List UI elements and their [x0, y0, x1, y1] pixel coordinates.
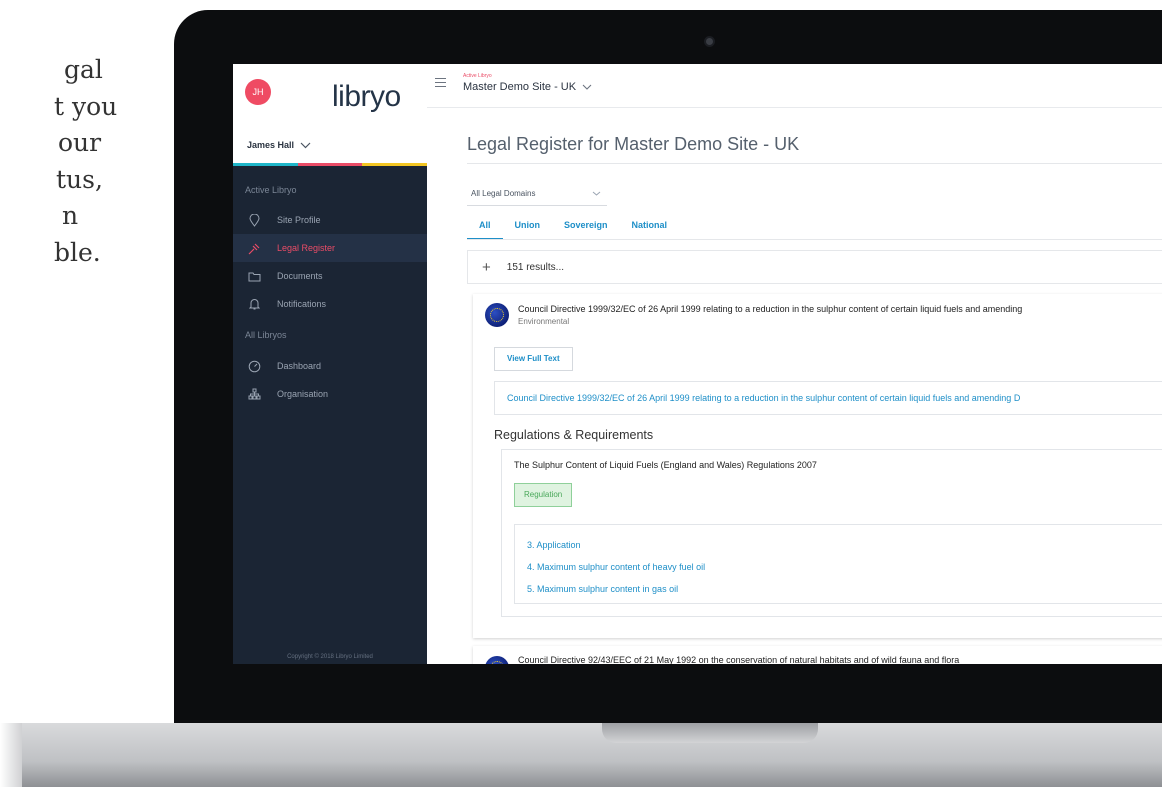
regulation-panel: The Sulphur Content of Liquid Fuels (Eng… — [501, 449, 1162, 617]
dashboard-gauge-icon — [245, 360, 263, 373]
laptop-screen: JH libryo James Hall Active Libryo Site … — [233, 64, 1162, 664]
brand-color-teal — [233, 163, 298, 166]
sidebar-item-dashboard[interactable]: Dashboard — [233, 352, 427, 380]
brand-color-yellow — [362, 163, 428, 166]
laptop-base-edge — [0, 723, 22, 787]
avatar[interactable]: JH — [245, 79, 271, 105]
nav-section-all: All Libryos — [245, 330, 287, 340]
sidebar-item-label: Dashboard — [277, 361, 322, 371]
results-bar: + 151 results... — [467, 250, 1162, 284]
register-item-card: Council Directive 92/43/EEC of 21 May 19… — [473, 646, 1162, 664]
main-content: Legal Register for Master Demo Site - UK… — [427, 108, 1162, 664]
hamburger-menu-icon[interactable] — [435, 78, 446, 90]
org-chart-icon — [245, 388, 263, 400]
regulations-heading: Regulations & Requirements — [494, 428, 654, 442]
legal-domain-value: All Legal Domains — [471, 189, 536, 198]
gavel-icon — [245, 242, 263, 255]
page-title: Legal Register for Master Demo Site - UK — [467, 134, 800, 154]
divider — [467, 239, 1162, 240]
camera-icon — [704, 36, 715, 47]
requirement-link[interactable]: 5. Maximum sulphur content in gas oil — [527, 578, 1162, 600]
marketing-line: ble. — [54, 237, 101, 267]
topbar: Active Libryo Master Demo Site - UK — [427, 64, 1162, 108]
results-count: 151 results... — [506, 261, 565, 273]
sidebar-item-site-profile[interactable]: Site Profile — [233, 206, 427, 234]
jurisdiction-tabs: All Union Sovereign National — [467, 214, 679, 240]
tab-union[interactable]: Union — [503, 214, 553, 240]
requirements-list: 3. Application 4. Maximum sulphur conten… — [514, 524, 1162, 604]
site-switcher[interactable]: Master Demo Site - UK — [463, 81, 592, 93]
marketing-line: gal — [64, 55, 103, 84]
tab-national[interactable]: National — [620, 214, 680, 240]
register-item-title[interactable]: Council Directive 1999/32/EC of 26 April… — [518, 304, 1022, 314]
marketing-line: n — [62, 201, 79, 230]
tab-all[interactable]: All — [467, 214, 503, 240]
sidebar-item-label: Documents — [277, 271, 323, 281]
user-menu[interactable]: James Hall — [247, 140, 311, 150]
marketing-copy: gal t you our tus, n ble. — [0, 52, 160, 271]
sidebar: JH libryo James Hall Active Libryo Site … — [233, 64, 428, 664]
sidebar-item-label: Notifications — [277, 299, 327, 309]
location-pin-icon — [245, 213, 263, 227]
tab-sovereign[interactable]: Sovereign — [552, 214, 620, 240]
sidebar-item-legal-register[interactable]: Legal Register — [233, 234, 427, 262]
sidebar-item-label: Organisation — [277, 389, 329, 399]
chevron-down-icon — [592, 191, 601, 196]
eu-flag-icon — [485, 303, 509, 327]
legal-domain-select[interactable]: All Legal Domains — [467, 182, 607, 206]
eu-flag-icon — [485, 656, 509, 664]
regulation-badge: Regulation — [514, 483, 573, 507]
bell-icon — [245, 298, 263, 310]
sidebar-item-notifications[interactable]: Notifications — [233, 290, 427, 318]
regulation-title: The Sulphur Content of Liquid Fuels (Eng… — [514, 460, 817, 470]
full-text-link[interactable]: Council Directive 1999/32/EC of 26 April… — [494, 381, 1162, 415]
laptop-notch — [602, 723, 818, 743]
sidebar-item-label: Site Profile — [277, 215, 321, 225]
requirement-link[interactable]: 4. Maximum sulphur content of heavy fuel… — [527, 556, 1162, 578]
sidebar-item-label: Legal Register — [277, 243, 336, 253]
marketing-line: tus, — [56, 164, 103, 194]
register-item-title[interactable]: Council Directive 92/43/EEC of 21 May 19… — [518, 655, 959, 664]
sidebar-brand: JH libryo James Hall — [233, 64, 428, 166]
sidebar-item-documents[interactable]: Documents — [233, 262, 427, 290]
laptop-base — [0, 723, 1162, 787]
chevron-down-icon — [300, 142, 311, 148]
active-libryo-label: Active Libryo — [463, 73, 492, 79]
brand-color-bar — [233, 163, 428, 166]
nav-section-active: Active Libryo — [245, 185, 297, 195]
register-item-card: Council Directive 1999/32/EC of 26 April… — [473, 294, 1162, 638]
requirement-link[interactable]: 3. Application — [527, 534, 1162, 556]
brand-color-pink — [297, 163, 363, 166]
expand-plus-icon[interactable]: + — [482, 259, 491, 276]
libryo-logo: libryo — [332, 80, 401, 113]
register-item-domain: Environmental — [518, 317, 570, 326]
chevron-down-icon — [582, 84, 592, 90]
site-name: Master Demo Site - UK — [463, 81, 577, 93]
view-full-text-button[interactable]: View Full Text — [494, 347, 573, 371]
user-name: James Hall — [247, 140, 295, 150]
copyright: Copyright © 2018 Libryo Limited — [287, 654, 373, 660]
divider — [467, 163, 1162, 164]
folder-icon — [245, 271, 263, 282]
sidebar-item-organisation[interactable]: Organisation — [233, 380, 427, 408]
marketing-line: t you — [54, 91, 118, 121]
marketing-line: our — [58, 128, 102, 157]
